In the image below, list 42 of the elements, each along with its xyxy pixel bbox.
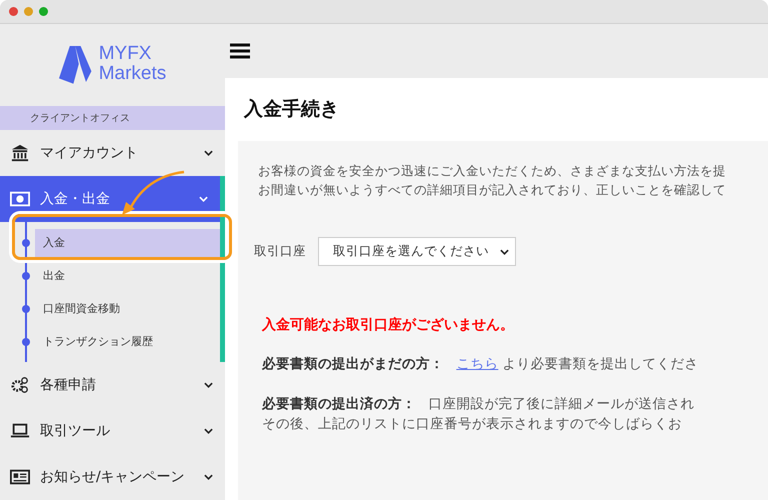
warning-text: 入金可能なお取引口座がございません。 — [262, 316, 515, 334]
chevron-icon — [204, 428, 213, 434]
note-label: 必要書類の提出がまだの方： — [262, 356, 444, 372]
account-select[interactable]: 取引口座を選んでください — [318, 237, 516, 266]
menu-item[interactable]: お知らせ/キャンペーン — [0, 454, 225, 500]
logo-text: Markets — [98, 64, 166, 84]
gears-icon — [10, 376, 30, 394]
menu-label: 取引ツール — [40, 422, 111, 440]
banknote-icon — [10, 190, 30, 208]
menu-label: 入金・出金 — [40, 190, 111, 208]
chevron-icon — [204, 150, 213, 156]
note-text: より必要書類を提出してくださ — [502, 356, 699, 372]
menu-label: お知らせ/キャンペーン — [40, 468, 186, 486]
section-label: クライアントオフィス — [0, 106, 225, 130]
chevron-icon — [204, 474, 213, 480]
menu-item[interactable]: 各種申請 — [0, 362, 225, 408]
link[interactable]: こちら — [456, 356, 498, 372]
chevron-icon — [199, 196, 208, 202]
submenu-item[interactable]: トランザクション履歴 — [0, 325, 220, 358]
note-label: 必要書類の提出済の方： — [262, 396, 416, 412]
menu-item[interactable]: 取引ツール — [0, 408, 225, 454]
zoom-button[interactable] — [39, 7, 48, 16]
page-title: 入金手続き — [244, 97, 340, 122]
note-text: 口座開設が完了後に詳細メールが送信され — [428, 396, 694, 412]
logo-text: MYFX — [98, 44, 152, 64]
submenu-item[interactable]: 口座間資金移動 — [0, 292, 220, 325]
menu-label: マイアカウント — [40, 144, 139, 162]
laptop-icon — [10, 422, 30, 440]
menu-icon[interactable] — [230, 43, 250, 59]
menu-item[interactable]: マイアカウント — [0, 130, 225, 176]
bank-icon — [10, 144, 30, 162]
chevron-icon — [500, 248, 509, 254]
submenu-item[interactable]: 出金 — [0, 259, 220, 292]
intro-text: お客様の資金を安全かつ迅速にご入金いただくため、さまざまな支払い方法を提 — [258, 162, 727, 180]
note-text: その後、上記のリストに口座番号が表示されますので今しばらくお — [262, 416, 682, 432]
chevron-icon — [204, 382, 213, 388]
menu-label: 各種申請 — [40, 376, 97, 394]
newspaper-icon — [10, 468, 30, 486]
close-button[interactable] — [9, 7, 18, 16]
minimize-button[interactable] — [24, 7, 33, 16]
intro-text: お間違いが無いようすべての詳細項目が記入されており、正しいことを確認して — [258, 181, 727, 199]
field-label: 取引口座 — [254, 243, 306, 260]
